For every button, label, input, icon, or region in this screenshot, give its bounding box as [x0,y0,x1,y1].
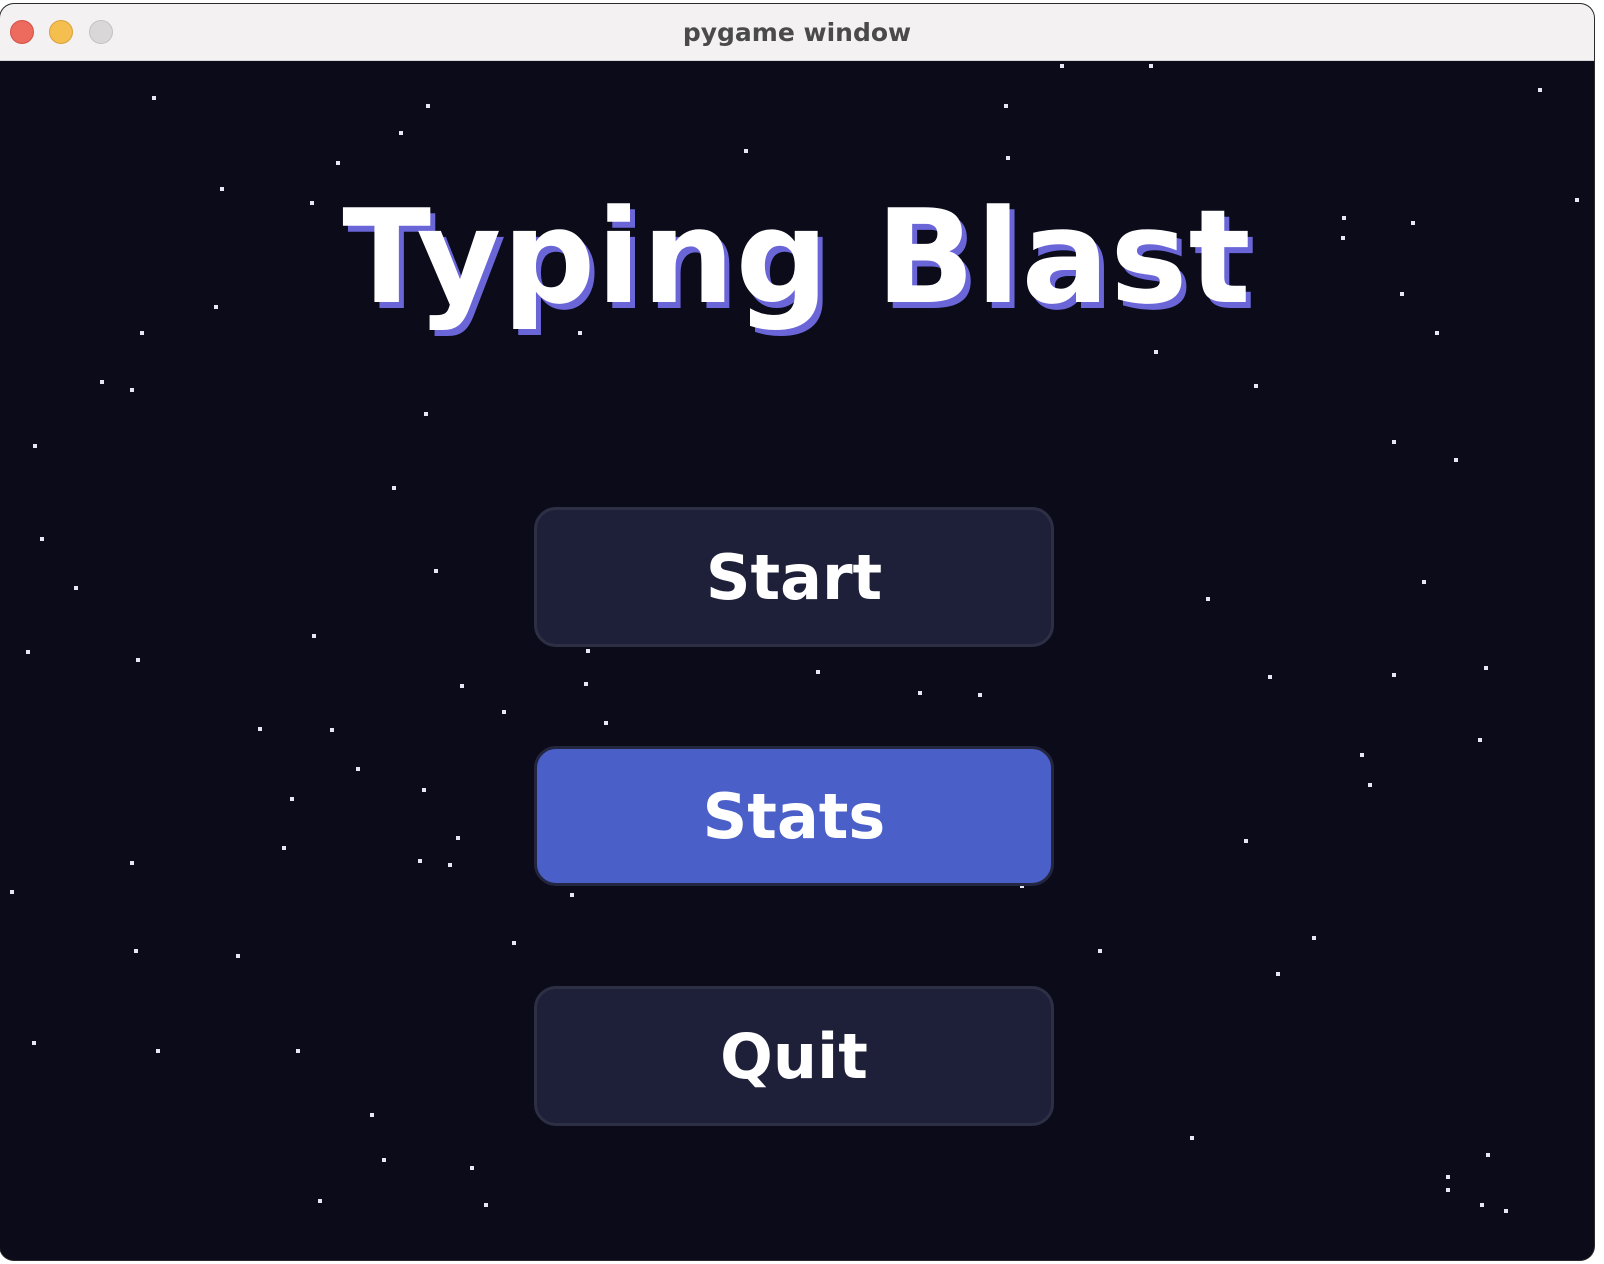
star-dot [424,412,428,416]
star-dot [399,131,403,135]
star-dot [1006,156,1010,160]
star-dot [1244,839,1248,843]
star-dot [434,569,438,573]
star-dot [296,1049,300,1053]
star-dot [460,684,464,688]
star-dot [918,691,922,695]
star-dot [1206,597,1210,601]
star-dot [512,941,516,945]
star-dot [33,444,37,448]
star-dot [484,1203,488,1207]
star-dot [370,1113,374,1117]
star-dot [448,863,452,867]
star-dot [1060,64,1064,68]
star-dot [1446,1188,1450,1192]
game-canvas[interactable]: Typing Blast Start Stats Quit [0,61,1594,1260]
star-dot [1360,753,1364,757]
star-dot [1484,666,1488,670]
star-dot [586,649,590,653]
star-dot [100,380,104,384]
star-dot [156,1049,160,1053]
star-dot [604,721,608,725]
star-dot [10,890,14,894]
game-title: Typing Blast [342,181,1252,333]
star-dot [26,650,30,654]
star-dot [74,586,78,590]
star-dot [258,727,262,731]
quit-button[interactable]: Quit [534,986,1054,1126]
star-dot [282,846,286,850]
star-dot [584,682,588,686]
star-dot [1454,458,1458,462]
star-dot [426,104,430,108]
star-dot [330,728,334,732]
star-dot [1254,384,1258,388]
star-dot [978,693,982,697]
star-dot [236,954,240,958]
star-dot [152,96,156,100]
stats-button[interactable]: Stats [534,746,1054,886]
star-dot [1446,1175,1450,1179]
star-dot [1190,1136,1194,1140]
star-dot [816,670,820,674]
star-dot [136,658,140,662]
star-dot [392,486,396,490]
star-dot [418,859,422,863]
start-button[interactable]: Start [534,507,1054,647]
window-title: pygame window [682,18,912,47]
star-dot [1422,580,1426,584]
star-dot [382,1158,386,1162]
star-dot [470,1166,474,1170]
app-window: pygame window Typing Blast Start Stats Q… [0,4,1594,1260]
star-dot [570,893,574,897]
star-dot [318,1199,322,1203]
star-dot [1392,673,1396,677]
star-dot [130,861,134,865]
star-dot [502,710,506,714]
star-dot [32,1041,36,1045]
star-dot [134,949,138,953]
star-dot [456,836,460,840]
star-dot [1004,104,1008,108]
star-dot [1392,440,1396,444]
star-dot [1098,949,1102,953]
star-dot [290,797,294,801]
star-dot [1154,350,1158,354]
star-dot [1368,783,1372,787]
star-dot [356,767,360,771]
star-dot [422,788,426,792]
star-dot [1312,936,1316,940]
star-dot [336,161,340,165]
star-dot [1486,1153,1490,1157]
window-titlebar[interactable]: pygame window [0,4,1594,61]
star-dot [312,634,316,638]
star-dot [1538,88,1542,92]
star-dot [1480,1203,1484,1207]
star-dot [1504,1209,1508,1213]
star-dot [1268,675,1272,679]
star-dot [1149,64,1153,68]
star-dot [1276,972,1280,976]
star-dot [744,149,748,153]
star-dot [1478,738,1482,742]
star-dot [130,388,134,392]
star-dot [40,537,44,541]
